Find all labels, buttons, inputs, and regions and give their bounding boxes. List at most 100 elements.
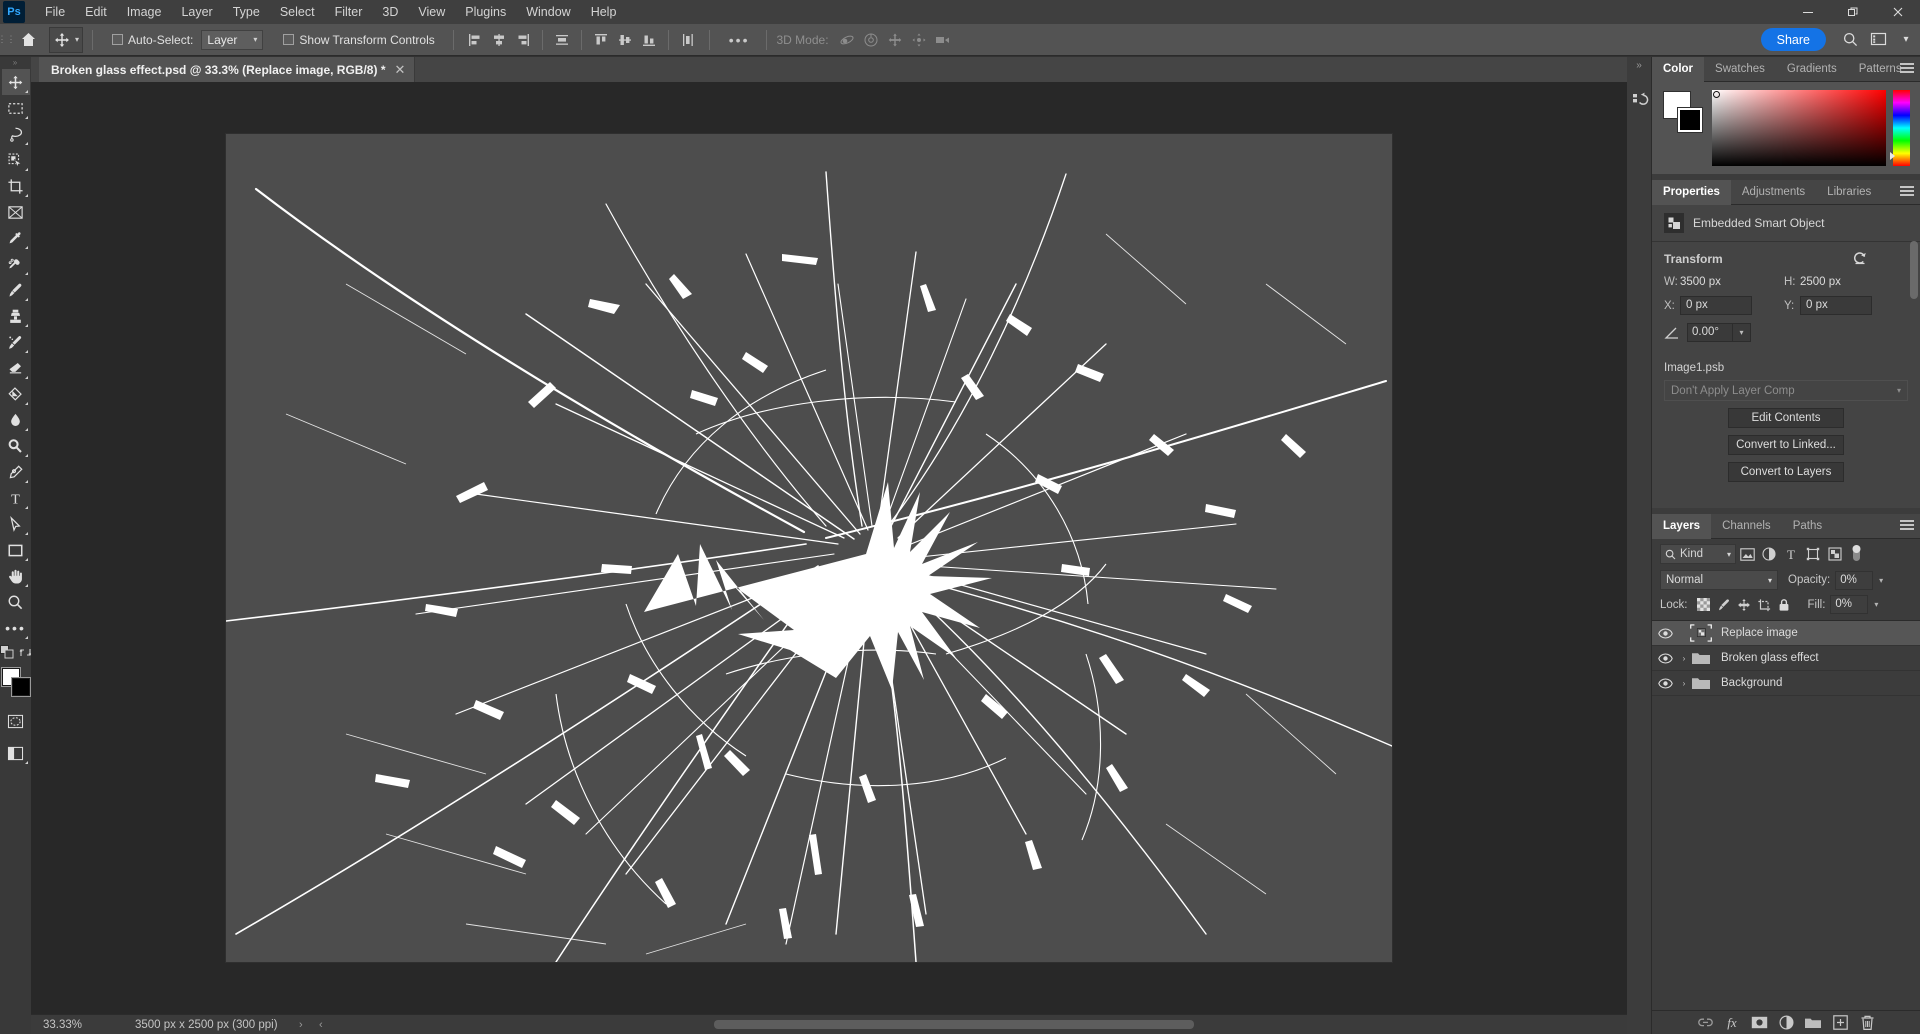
color-background-swatch[interactable]	[1677, 107, 1703, 133]
filter-pixel-icon[interactable]	[1736, 544, 1758, 564]
hue-slider-handle[interactable]	[1890, 152, 1895, 160]
opacity-chevron-down-icon[interactable]: ▾	[1873, 576, 1889, 585]
orbit-3d-icon[interactable]	[835, 29, 859, 51]
group-expand-chevron-right-icon[interactable]: ›	[1678, 654, 1690, 663]
close-icon[interactable]: ✕	[394, 62, 405, 78]
panel-menu-icon[interactable]	[1900, 186, 1914, 198]
lasso-tool[interactable]	[2, 121, 30, 147]
brush-tool[interactable]	[2, 277, 30, 303]
menu-filter[interactable]: Filter	[325, 0, 373, 24]
gradient-tool[interactable]	[2, 381, 30, 407]
menu-help[interactable]: Help	[581, 0, 627, 24]
filter-toggle-icon[interactable]	[1850, 544, 1863, 564]
align-bottom-edges-icon[interactable]	[638, 29, 660, 51]
path-selection-tool[interactable]	[2, 511, 30, 537]
auto-select-checkbox[interactable]	[112, 34, 124, 45]
lock-transparent-pixels-icon[interactable]	[1694, 596, 1714, 614]
swap-colors-icon[interactable]	[19, 646, 32, 659]
menu-file[interactable]: File	[35, 0, 75, 24]
menu-image[interactable]: Image	[117, 0, 172, 24]
default-colors-icon[interactable]	[0, 645, 15, 660]
document-tab[interactable]: Broken glass effect.psd @ 33.3% (Replace…	[39, 57, 416, 82]
roll-3d-icon[interactable]	[859, 29, 883, 51]
convert-to-linked-button[interactable]: Convert to Linked...	[1728, 435, 1844, 455]
panel-menu-icon[interactable]	[1900, 63, 1914, 75]
lock-artboard-nesting-icon[interactable]	[1754, 596, 1774, 614]
layer-thumbnail-replace-image[interactable]	[1690, 622, 1712, 644]
layer-comp-dropdown[interactable]: Don't Apply Layer Comp ▾	[1664, 380, 1908, 401]
tab-swatches[interactable]: Swatches	[1704, 57, 1776, 82]
tab-channels[interactable]: Channels	[1711, 514, 1782, 539]
align-horizontal-centers-icon[interactable]	[488, 29, 510, 51]
menu-plugins[interactable]: Plugins	[455, 0, 516, 24]
tab-adjustments[interactable]: Adjustments	[1731, 180, 1816, 205]
home-icon[interactable]	[13, 24, 43, 56]
dodge-tool[interactable]	[2, 433, 30, 459]
search-icon[interactable]	[1836, 24, 1864, 56]
chevron-down-icon[interactable]: ▾	[1892, 24, 1920, 56]
menu-select[interactable]: Select	[270, 0, 325, 24]
menu-3d[interactable]: 3D	[372, 0, 408, 24]
history-panel-icon[interactable]	[1627, 85, 1652, 115]
screen-mode-button[interactable]	[2, 740, 30, 766]
group-expand-chevron-right-icon[interactable]: ›	[1678, 679, 1690, 688]
menu-type[interactable]: Type	[223, 0, 270, 24]
delete-layer-icon[interactable]	[1854, 1011, 1881, 1034]
tab-layers[interactable]: Layers	[1652, 513, 1712, 539]
hand-tool[interactable]	[2, 563, 30, 589]
restore-button[interactable]	[1830, 0, 1875, 24]
link-layers-icon[interactable]	[1692, 1011, 1719, 1034]
crop-tool[interactable]	[2, 173, 30, 199]
quick-mask-button[interactable]	[2, 708, 30, 734]
align-left-edges-icon[interactable]	[464, 29, 486, 51]
show-transform-control[interactable]: Show Transform Controls	[283, 33, 435, 47]
tab-gradients[interactable]: Gradients	[1776, 57, 1848, 82]
eyedropper-tool[interactable]	[2, 225, 30, 251]
menu-view[interactable]: View	[408, 0, 455, 24]
canvas-area[interactable]: 33.33% 3500 px x 2500 px (300 ppi) › ‹ ›	[31, 82, 1652, 1034]
layer-visibility-eye-icon[interactable]	[1652, 627, 1678, 639]
fill-input[interactable]: 0%	[1830, 595, 1869, 614]
active-tool-button[interactable]: ▾	[49, 26, 84, 53]
align-top-edges-icon[interactable]	[590, 29, 612, 51]
history-brush-tool[interactable]	[2, 329, 30, 355]
filter-type-icon[interactable]: T	[1780, 544, 1802, 564]
layer-row-broken-glass-effect[interactable]: › Broken glass effect	[1652, 646, 1920, 671]
new-layer-icon[interactable]	[1827, 1011, 1854, 1034]
convert-to-layers-button[interactable]: Convert to Layers	[1728, 462, 1844, 482]
menu-window[interactable]: Window	[516, 0, 580, 24]
frame-tool[interactable]	[2, 199, 30, 225]
panel-menu-icon[interactable]	[1900, 520, 1914, 532]
align-right-edges-icon[interactable]	[512, 29, 534, 51]
new-adjustment-layer-icon[interactable]	[1773, 1011, 1800, 1034]
spot-healing-brush-tool[interactable]	[2, 251, 30, 277]
tab-color[interactable]: Color	[1652, 56, 1705, 82]
distribute-vertically-icon[interactable]	[677, 29, 699, 51]
pen-tool[interactable]	[2, 459, 30, 485]
canvas-horizontal-scrollbar[interactable]	[139, 1017, 1632, 1032]
artboard[interactable]	[226, 134, 1392, 962]
options-bar-grip[interactable]: ⋮⋮	[0, 24, 16, 56]
add-layer-mask-icon[interactable]	[1746, 1011, 1773, 1034]
filter-smart-object-icon[interactable]	[1824, 544, 1846, 564]
x-input[interactable]: 0 px	[1680, 296, 1752, 315]
lock-image-pixels-icon[interactable]	[1714, 596, 1734, 614]
y-input[interactable]: 0 px	[1800, 296, 1872, 315]
eraser-tool[interactable]	[2, 355, 30, 381]
horizontal-scroll-thumb[interactable]	[714, 1020, 1194, 1029]
blend-mode-dropdown[interactable]: Normal ▾	[1660, 570, 1778, 590]
new-group-icon[interactable]	[1800, 1011, 1827, 1034]
layer-row-replace-image[interactable]: Replace image	[1652, 621, 1920, 646]
background-color-swatch[interactable]	[11, 678, 30, 696]
show-transform-checkbox[interactable]	[283, 34, 295, 45]
pan-3d-icon[interactable]	[883, 29, 907, 51]
edit-toolbar-button[interactable]: •••	[2, 615, 30, 641]
fill-chevron-down-icon[interactable]: ▾	[1868, 600, 1884, 609]
clone-stamp-tool[interactable]	[2, 303, 30, 329]
hue-slider[interactable]	[1890, 90, 1910, 166]
slide-3d-icon[interactable]	[907, 29, 931, 51]
rectangular-marquee-tool[interactable]	[2, 95, 30, 121]
double-chevron-right-icon[interactable]: »	[1627, 57, 1651, 71]
tab-paths[interactable]: Paths	[1782, 514, 1833, 539]
tab-properties[interactable]: Properties	[1652, 179, 1731, 205]
